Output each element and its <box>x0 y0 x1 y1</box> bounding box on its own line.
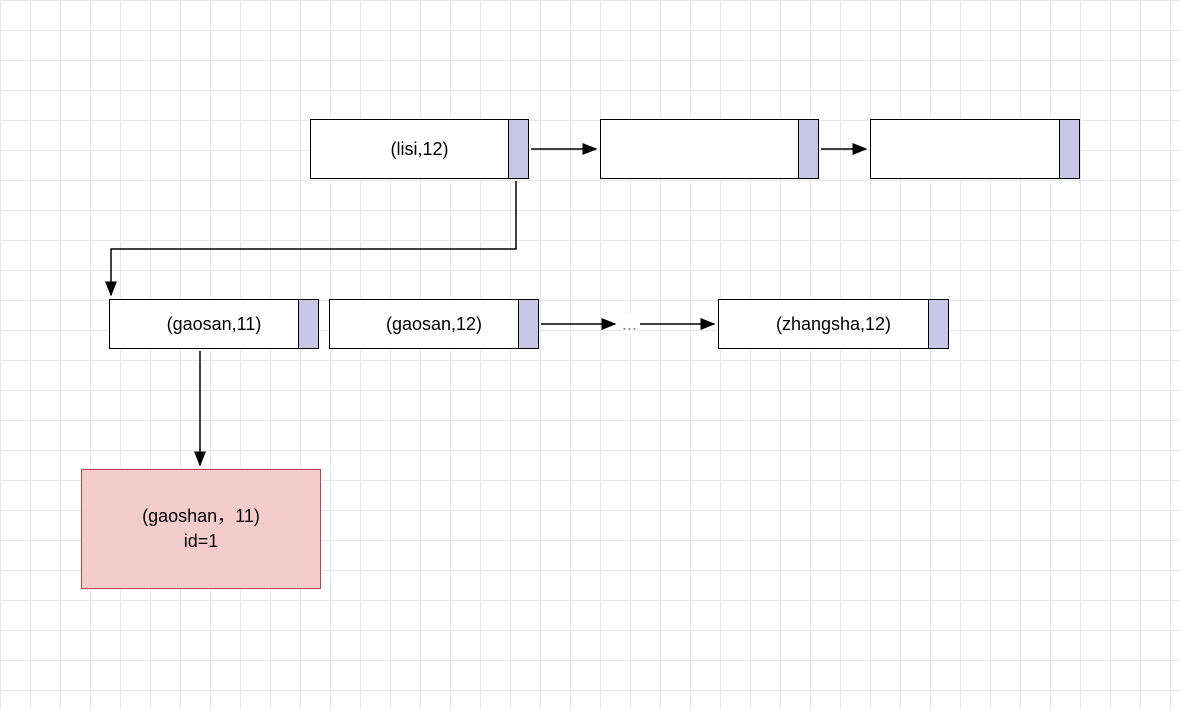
node-handle-icon <box>298 300 318 348</box>
mid-node-1-label: (gaosan,11) <box>167 314 262 335</box>
top-node-1: (lisi,12) <box>310 119 529 179</box>
top-node-1-label: (lisi,12) <box>390 139 448 160</box>
mid-node-3-label: (zhangsha,12) <box>776 314 891 335</box>
top-node-2 <box>600 119 819 179</box>
result-node: (gaoshan，11) id=1 <box>81 469 321 589</box>
mid-node-2: (gaosan,12) <box>329 299 539 349</box>
node-handle-icon <box>928 300 948 348</box>
ellipsis-label: ... <box>622 314 637 335</box>
mid-node-3: (zhangsha,12) <box>718 299 949 349</box>
result-line2: id=1 <box>184 529 219 554</box>
result-line1: (gaoshan，11) <box>142 504 260 529</box>
node-handle-icon <box>1059 120 1079 178</box>
node-handle-icon <box>508 120 528 178</box>
arrows-overlay <box>0 0 1180 710</box>
arrow-top1-to-mid1 <box>111 181 516 295</box>
top-node-3 <box>870 119 1080 179</box>
mid-node-2-label: (gaosan,12) <box>386 314 482 335</box>
node-handle-icon <box>798 120 818 178</box>
mid-node-1: (gaosan,11) <box>109 299 319 349</box>
node-handle-icon <box>518 300 538 348</box>
